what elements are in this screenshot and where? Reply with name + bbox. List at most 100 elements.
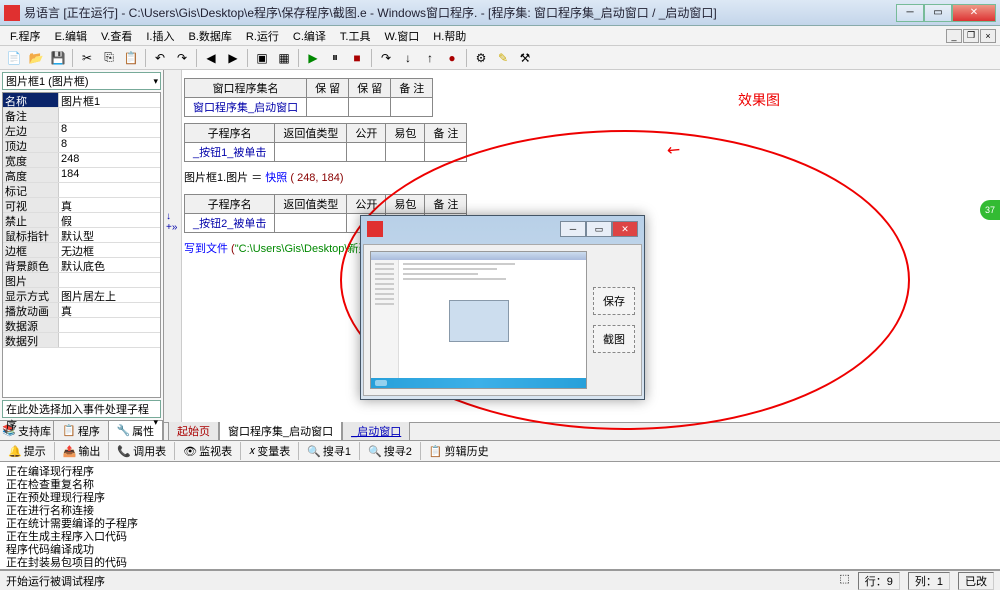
prop-key[interactable]: 显示方式 — [3, 288, 59, 302]
tool-step-over-icon[interactable]: ↷ — [376, 48, 396, 68]
tool-stop-icon[interactable]: ■ — [347, 48, 367, 68]
prop-value[interactable] — [59, 318, 160, 332]
prop-key[interactable]: 播放动画 — [3, 303, 59, 317]
tool-win-icon[interactable]: ▣ — [252, 48, 272, 68]
menu-tools[interactable]: T.工具 — [334, 26, 377, 46]
prop-value[interactable]: 184 — [59, 168, 160, 182]
menu-edit[interactable]: E.编辑 — [49, 26, 93, 46]
mdi-restore-icon[interactable]: ❐ — [963, 29, 979, 43]
tool-pause-icon[interactable]: ⏸ — [325, 48, 345, 68]
prop-value[interactable]: 图片居左上 — [59, 288, 160, 302]
prop-value[interactable]: 8 — [59, 138, 160, 152]
output-toolbar: 🔔 提示 📤 输出 📞 调用表 👁 监视表 𝑥 变量表 🔍 搜寻1 🔍 搜寻2 … — [0, 440, 1000, 462]
prop-key[interactable]: 数据源 — [3, 318, 59, 332]
prop-value[interactable] — [59, 333, 160, 347]
prop-key[interactable]: 鼠标指针 — [3, 228, 59, 242]
dlg-min-icon[interactable]: ─ — [560, 221, 586, 237]
preview-dialog[interactable]: ─ ▭ ✕ 保存 截图 — [360, 215, 645, 400]
prop-key[interactable]: 备注 — [3, 108, 59, 122]
tool-cut-icon[interactable]: ✂ — [77, 48, 97, 68]
menu-run[interactable]: R.运行 — [240, 26, 285, 46]
dlg-max-icon[interactable]: ▭ — [586, 221, 612, 237]
prop-key[interactable]: 高度 — [3, 168, 59, 182]
prop-key[interactable]: 边框 — [3, 243, 59, 257]
ot-tip[interactable]: 🔔 提示 — [4, 441, 50, 461]
ot-output[interactable]: 📤 输出 — [59, 441, 105, 461]
menu-database[interactable]: B.数据库 — [182, 26, 237, 46]
tool-run-icon[interactable]: ▶ — [303, 48, 323, 68]
tool-save-icon[interactable]: 💾 — [48, 48, 68, 68]
tool-step-into-icon[interactable]: ↓ — [398, 48, 418, 68]
tool-highlight-icon[interactable]: ✎ — [493, 48, 513, 68]
menu-help[interactable]: H.帮助 — [427, 26, 472, 46]
output-panel[interactable]: 正在编译现行程序正在检查重复名称正在预处理现行程序正在进行名称连接正在统计需要编… — [0, 462, 1000, 570]
dialog-titlebar[interactable]: ─ ▭ ✕ — [361, 216, 644, 242]
prop-value[interactable]: 248 — [59, 153, 160, 167]
ot-watch[interactable]: 👁 监视表 — [179, 441, 236, 461]
tool-copy-icon[interactable]: ⎘ — [99, 48, 119, 68]
float-badge[interactable]: 37 — [980, 200, 1000, 220]
event-selector[interactable]: 在此处选择加入事件处理子程序 — [2, 400, 161, 418]
tool-grid-icon[interactable]: ▦ — [274, 48, 294, 68]
prop-key[interactable]: 图片 — [3, 273, 59, 287]
maximize-button[interactable]: ▭ — [924, 4, 952, 22]
property-grid[interactable]: 名称图片框1备注左边8顶边8宽度248高度184标记可视真禁止假鼠标指针默认型边… — [2, 92, 161, 398]
ot-vars[interactable]: 𝑥 变量表 — [245, 441, 294, 461]
menu-view[interactable]: V.查看 — [95, 26, 138, 46]
prop-key[interactable]: 左边 — [3, 123, 59, 137]
tab-assembly[interactable]: 窗口程序集_启动窗口 — [219, 421, 342, 440]
tool-breakpoint-icon[interactable]: ● — [442, 48, 462, 68]
menu-window[interactable]: W.窗口 — [378, 26, 425, 46]
prop-value[interactable]: 默认型 — [59, 228, 160, 242]
picture-box — [370, 251, 587, 389]
minimize-button[interactable]: ─ — [896, 4, 924, 22]
mdi-close-icon[interactable]: × — [980, 29, 996, 43]
menu-insert[interactable]: I.插入 — [140, 26, 180, 46]
prop-key[interactable]: 禁止 — [3, 213, 59, 227]
prop-value[interactable] — [59, 108, 160, 122]
tab-start-page[interactable]: 起始页 — [168, 421, 219, 440]
prop-key[interactable]: 名称 — [3, 93, 59, 107]
prop-key[interactable]: 宽度 — [3, 153, 59, 167]
save-button[interactable]: 保存 — [593, 287, 635, 315]
prop-value[interactable] — [59, 183, 160, 197]
dlg-close-icon[interactable]: ✕ — [612, 221, 638, 237]
ot-callstack[interactable]: 📞 调用表 — [113, 441, 170, 461]
tool-undo-icon[interactable]: ↶ — [150, 48, 170, 68]
screenshot-button[interactable]: 截图 — [593, 325, 635, 353]
ot-clip[interactable]: 📋 剪辑历史 — [425, 441, 493, 461]
prop-key[interactable]: 可视 — [3, 198, 59, 212]
tool-step-out-icon[interactable]: ↑ — [420, 48, 440, 68]
tool-redo-icon[interactable]: ↷ — [172, 48, 192, 68]
ot-find2[interactable]: 🔍 搜寻2 — [364, 441, 416, 461]
output-line: 正在进行名称连接 — [6, 505, 994, 518]
tool-misc-icon[interactable]: ⚒ — [515, 48, 535, 68]
tab-program[interactable]: 📋 程序 — [54, 421, 108, 440]
menu-program[interactable]: F.程序 — [4, 26, 47, 46]
prop-key[interactable]: 背景颜色 — [3, 258, 59, 272]
tool-new-icon[interactable]: 📄 — [4, 48, 24, 68]
tool-nav-fwd-icon[interactable]: ▶ — [223, 48, 243, 68]
tab-window[interactable]: _启动窗口 — [342, 421, 410, 440]
tool-open-icon[interactable]: 📂 — [26, 48, 46, 68]
prop-value[interactable]: 默认底色 — [59, 258, 160, 272]
tool-paste-icon[interactable]: 📋 — [121, 48, 141, 68]
object-selector[interactable]: 图片框1 (图片框) — [2, 72, 161, 90]
prop-value[interactable]: 8 — [59, 123, 160, 137]
dialog-icon — [367, 221, 383, 237]
prop-key[interactable]: 数据列 — [3, 333, 59, 347]
prop-key[interactable]: 标记 — [3, 183, 59, 197]
mdi-min-icon[interactable]: _ — [946, 29, 962, 43]
menu-compile[interactable]: C.编译 — [287, 26, 332, 46]
prop-value[interactable]: 无边框 — [59, 243, 160, 257]
prop-value[interactable]: 真 — [59, 303, 160, 317]
prop-key[interactable]: 顶边 — [3, 138, 59, 152]
prop-value[interactable] — [59, 273, 160, 287]
prop-value[interactable]: 假 — [59, 213, 160, 227]
close-button[interactable]: ✕ — [952, 4, 996, 22]
ot-find1[interactable]: 🔍 搜寻1 — [303, 441, 355, 461]
tool-compile-icon[interactable]: ⚙ — [471, 48, 491, 68]
tool-nav-back-icon[interactable]: ◀ — [201, 48, 221, 68]
prop-value[interactable]: 真 — [59, 198, 160, 212]
prop-value[interactable]: 图片框1 — [59, 93, 160, 107]
